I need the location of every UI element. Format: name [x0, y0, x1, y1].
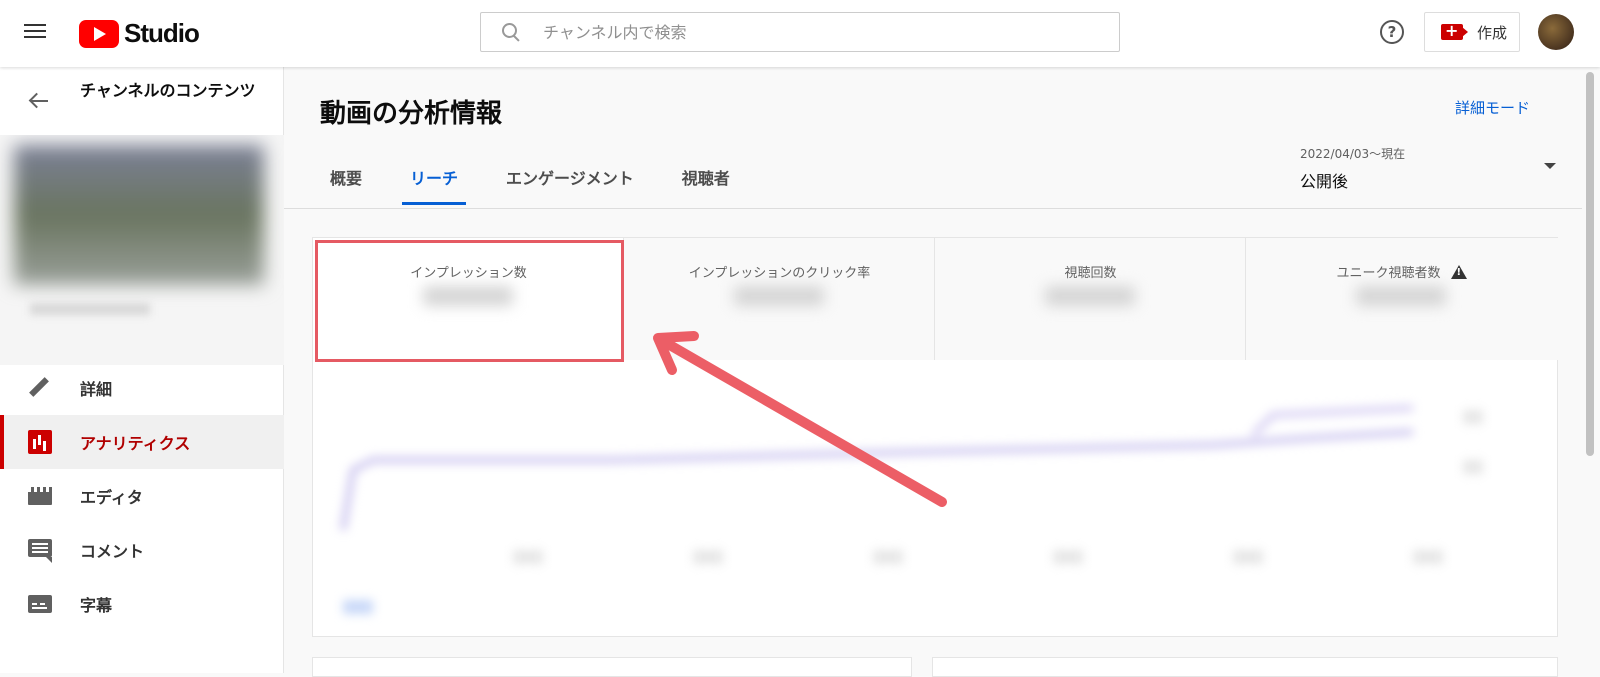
below-card-left — [312, 657, 912, 677]
help-icon[interactable]: ? — [1380, 20, 1404, 44]
metric-ctr[interactable]: インプレッションのクリック率 — [624, 238, 935, 360]
sidebar-item-editor[interactable]: エディタ — [0, 469, 284, 523]
tab-reach[interactable]: リーチ — [386, 155, 482, 205]
chart-tick — [1053, 550, 1083, 564]
date-range-selector[interactable]: 2022/04/03〜現在 公開後 — [1300, 145, 1560, 191]
metric-views[interactable]: 視聴回数 — [935, 238, 1246, 360]
subtitle-icon — [28, 595, 52, 613]
metric-label: 視聴回数 — [1064, 266, 1117, 281]
sidebar-item-label: コメント — [80, 542, 145, 561]
thumbnail-caption — [30, 303, 150, 315]
metric-tabs: インプレッション数 インプレッションのクリック率 視聴回数 ユニーク視聴者数 — [313, 238, 1559, 360]
tab-engagement[interactable]: エンゲージメント — [482, 155, 658, 205]
thumbnail-image — [14, 145, 264, 285]
back-arrow-icon[interactable] — [28, 91, 52, 111]
chart-series-line — [340, 429, 1414, 531]
metric-label-row: ユニーク視聴者数 — [1246, 262, 1557, 281]
metric-label: インプレッション数 — [410, 266, 527, 281]
metric-label: インプレッションのクリック率 — [688, 266, 871, 281]
create-button[interactable]: 作成 — [1424, 12, 1520, 52]
main-content: 動画の分析情報 詳細モード 概要 リーチ エンゲージメント 視聴者 2022/0… — [284, 67, 1582, 677]
sidebar-item-label: 詳細 — [80, 380, 113, 399]
chart-tick — [513, 550, 543, 564]
advanced-mode-link[interactable]: 詳細モード — [1455, 97, 1530, 118]
date-range-text: 2022/04/03〜現在 — [1300, 147, 1406, 161]
back-row: チャンネルのコンテンツ — [0, 67, 284, 135]
page-title: 動画の分析情報 — [320, 99, 503, 129]
blurred-line-chart — [340, 405, 1483, 614]
youtube-studio-logo[interactable]: Studio — [79, 18, 200, 49]
pencil-icon — [28, 376, 52, 400]
logo-text: Studio — [124, 18, 200, 48]
sidebar-item-analytics[interactable]: アナリティクス — [0, 415, 284, 469]
analytics-icon — [28, 430, 52, 454]
metric-value-blurred — [1356, 286, 1446, 306]
metric-label: ユニーク視聴者数 — [1336, 266, 1441, 281]
create-label: 作成 — [1477, 23, 1508, 42]
caret-down-icon — [1544, 163, 1556, 169]
search-icon — [501, 22, 521, 42]
chart-tick — [873, 550, 903, 564]
metric-value-blurred — [1045, 286, 1135, 306]
tab-audience[interactable]: 視聴者 — [658, 155, 754, 205]
sidebar-item-label: エディタ — [80, 488, 143, 507]
sidebar-nav: 詳細 アナリティクス エディタ コメント 字幕 — [0, 361, 284, 631]
scrollbar[interactable] — [1586, 72, 1594, 456]
sidebar-item-comments[interactable]: コメント — [0, 523, 284, 577]
sidebar-item-subtitles[interactable]: 字幕 — [0, 577, 284, 631]
chart-legend-swatch — [343, 600, 373, 614]
back-title: チャンネルのコンテンツ — [80, 81, 256, 100]
sidebar: チャンネルのコンテンツ 詳細 アナリティクス エディタ コメント 字幕 — [0, 67, 284, 673]
sidebar-item-label: アナリティクス — [80, 434, 191, 453]
top-bar: Studio ? 作成 — [0, 0, 1600, 67]
video-thumbnail[interactable] — [0, 135, 284, 365]
metric-impressions[interactable]: インプレッション数 — [313, 238, 624, 360]
create-video-icon — [1441, 21, 1468, 40]
date-range-label: 公開後 — [1300, 172, 1349, 191]
below-cards — [312, 657, 1558, 677]
chart-tick — [1463, 410, 1483, 424]
metric-unique-viewers[interactable]: ユニーク視聴者数 — [1246, 238, 1557, 360]
comment-icon — [28, 539, 52, 563]
sidebar-item-details[interactable]: 詳細 — [0, 361, 284, 415]
chart-area — [313, 360, 1559, 638]
search-box[interactable] — [480, 12, 1120, 52]
hamburger-menu-icon[interactable] — [24, 20, 56, 48]
chart-tick — [1233, 550, 1263, 564]
divider — [284, 208, 1582, 209]
metric-value-blurred — [734, 286, 824, 306]
chart-tick — [693, 550, 723, 564]
tab-bar: 概要 リーチ エンゲージメント 視聴者 — [306, 155, 754, 205]
chart-tick — [1413, 550, 1443, 564]
search-input[interactable] — [543, 22, 1103, 42]
tab-overview[interactable]: 概要 — [306, 155, 386, 205]
avatar[interactable] — [1538, 14, 1574, 50]
sidebar-item-label: 字幕 — [80, 596, 113, 615]
reach-card: インプレッション数 インプレッションのクリック率 視聴回数 ユニーク視聴者数 — [312, 237, 1559, 638]
youtube-play-icon — [79, 19, 119, 48]
metric-value-blurred — [423, 286, 513, 306]
warning-icon[interactable] — [1450, 265, 1467, 279]
chart-tick — [1463, 460, 1483, 474]
below-card-right — [932, 657, 1558, 677]
editor-icon — [28, 487, 52, 505]
